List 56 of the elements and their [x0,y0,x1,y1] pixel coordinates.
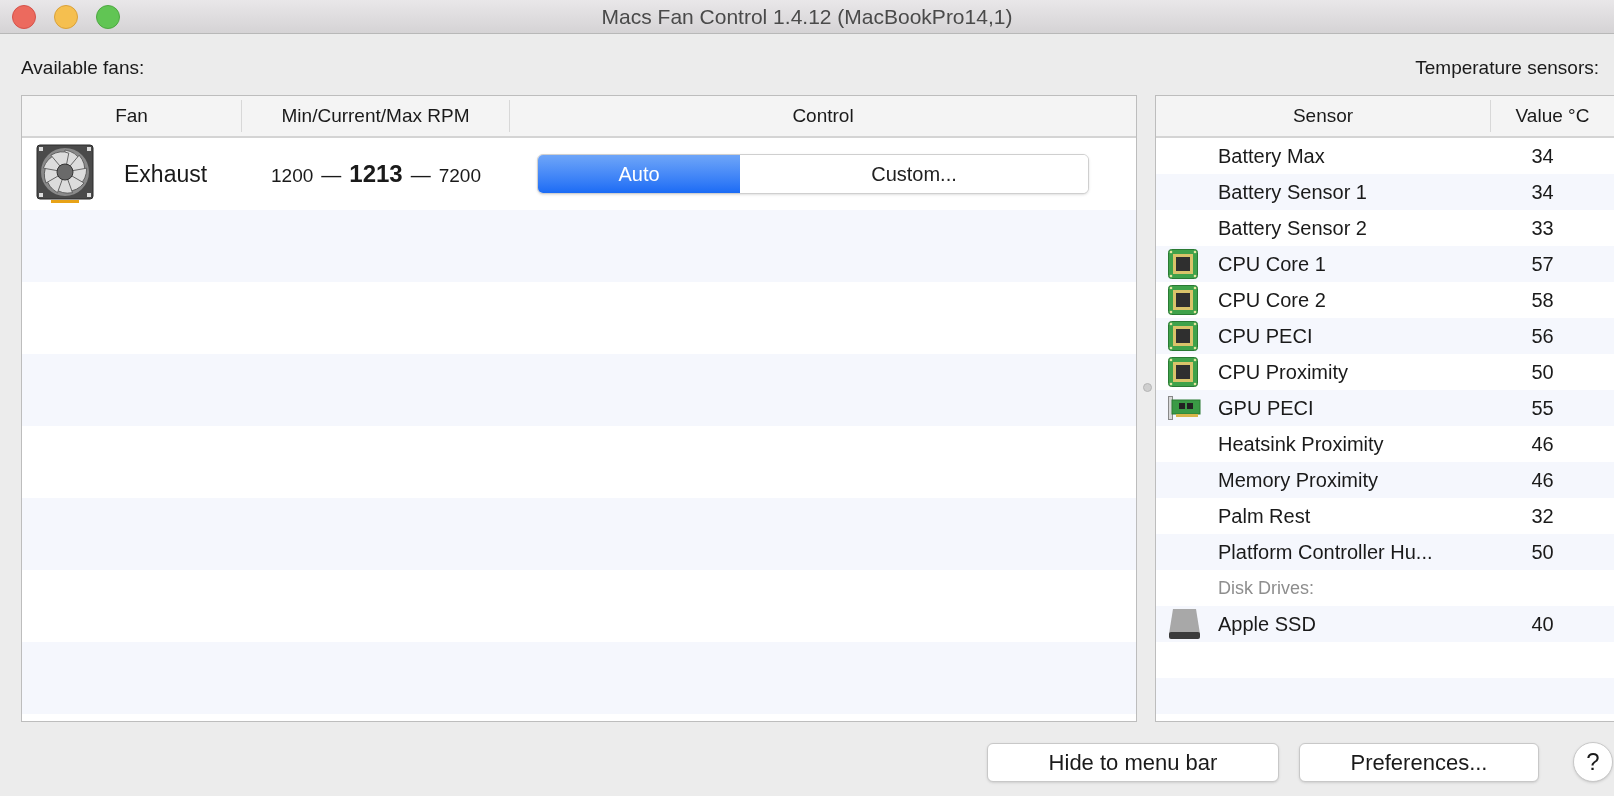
sensor-value: 32 [1531,504,1554,529]
dash-separator: — [321,163,342,188]
column-header[interactable]: Min/Current/Max RPM [281,101,470,131]
column-header[interactable]: Control [792,101,854,131]
fan-icon [36,144,94,204]
fan-name: Exhaust [124,159,208,189]
sensor-name: Heatsink Proximity [1218,432,1385,457]
close-button[interactable] [12,5,36,29]
sensor-name: Battery Max [1218,144,1326,169]
column-header[interactable]: Sensor [1292,101,1354,131]
sensor-value: 56 [1531,324,1554,349]
sensor-value: 50 [1531,540,1554,565]
group-label: Disk Drives: [1218,576,1314,600]
help-button[interactable]: ? [1573,742,1613,782]
sensor-value: 33 [1531,216,1554,241]
minimize-button[interactable] [54,5,78,29]
chip-icon [1168,285,1198,315]
push-button[interactable]: Hide to menu bar [987,742,1279,782]
section-label: Temperature sensors: [1415,56,1599,80]
sensor-value: 34 [1531,180,1554,205]
sensor-value: 55 [1531,396,1554,421]
rpm-current: 1213 [349,159,403,189]
sensor-value: 46 [1531,432,1554,457]
window-title: Macs Fan Control 1.4.12 (MacBookPro14,1) [601,3,1013,30]
sensor-name: CPU Proximity [1218,360,1349,385]
splitter-handle[interactable] [1143,383,1152,392]
sensor-value: 58 [1531,288,1554,313]
sensor-name: CPU PECI [1218,324,1314,349]
rpm-min: 1200 [271,164,314,188]
sensor-value: 46 [1531,468,1554,493]
sensor-name: Platform Controller Hu... [1218,540,1434,565]
sensor-name: Battery Sensor 1 [1218,180,1368,205]
sensor-value: 57 [1531,252,1554,277]
sensor-value: 34 [1531,144,1554,169]
column-header[interactable]: Value °C [1515,101,1590,131]
graphics-card-icon [1168,396,1201,420]
dash-separator: — [410,163,431,188]
sensor-value: 50 [1531,360,1554,385]
sensor-name: CPU Core 1 [1218,252,1327,277]
push-button[interactable]: Preferences... [1299,742,1539,782]
chip-icon [1168,321,1198,351]
sensor-name: Memory Proximity [1218,468,1379,493]
chip-icon [1168,249,1198,279]
chip-icon [1168,357,1198,387]
sensor-value: 40 [1531,612,1554,637]
sensor-name: GPU PECI [1218,396,1315,421]
column-header[interactable]: Fan [115,101,148,131]
rpm-max: 7200 [438,164,481,188]
sensor-name: Apple SSD [1218,612,1317,637]
sensor-name: CPU Core 2 [1218,288,1327,313]
zoom-button[interactable] [96,5,120,29]
sensor-name: Palm Rest [1218,504,1312,529]
segment-tab[interactable]: Custom... [740,155,1088,193]
drive-icon [1168,608,1201,640]
sensor-name: Battery Sensor 2 [1218,216,1368,241]
section-label: Available fans: [21,56,145,80]
